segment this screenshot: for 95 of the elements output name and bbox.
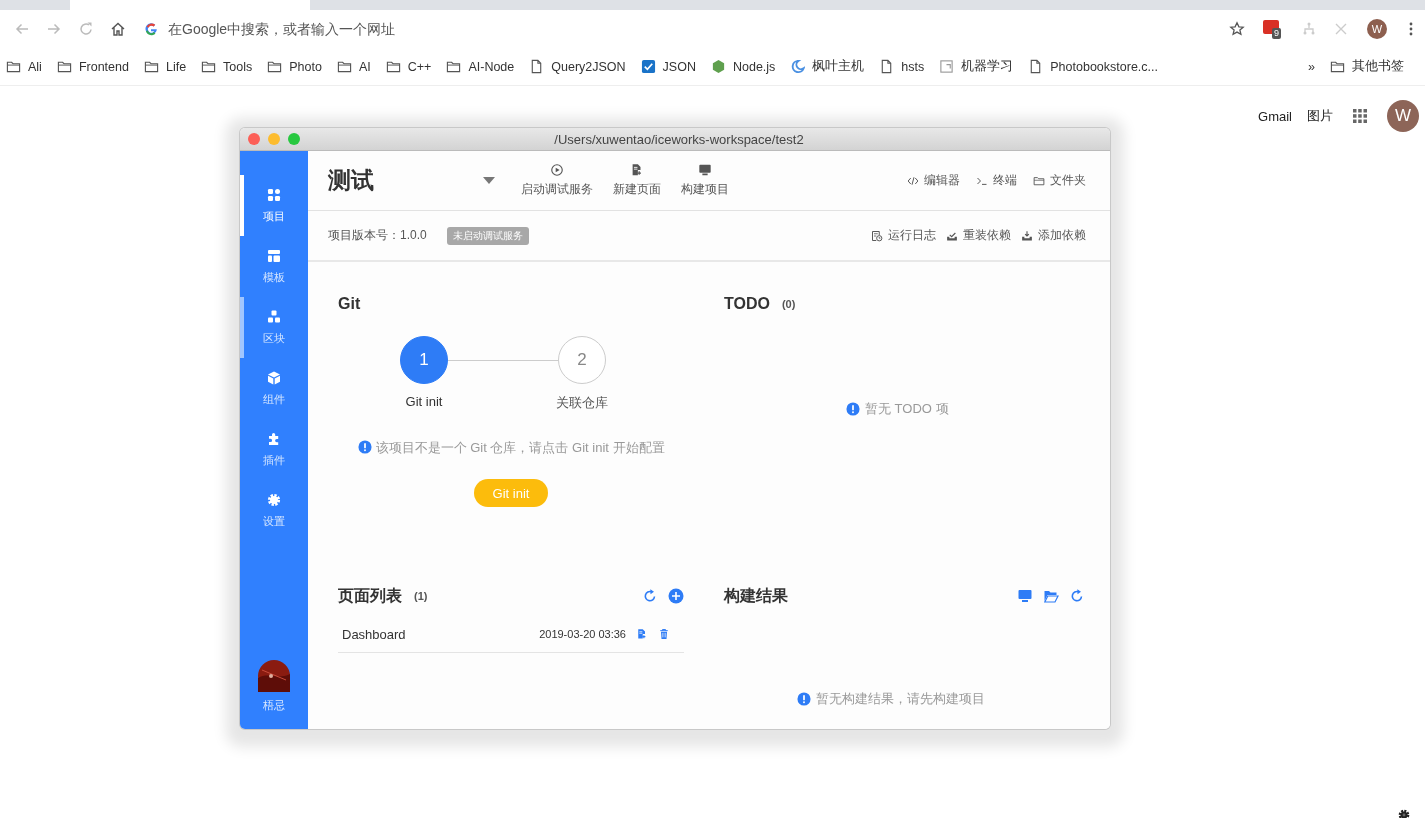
folder-icon xyxy=(6,59,21,74)
hexagon-icon xyxy=(710,59,726,74)
bookmark[interactable]: Photobookstore.c... xyxy=(1028,59,1158,74)
window-title: /Users/xuwentao/iceworks-workspace/test2 xyxy=(553,131,805,147)
folder-icon xyxy=(1330,59,1345,74)
bookmark[interactable]: Query2JSON xyxy=(529,59,626,74)
log-icon xyxy=(871,229,883,242)
download-icon xyxy=(1021,229,1033,242)
info-icon xyxy=(358,440,372,454)
folder-icon xyxy=(1033,174,1045,187)
close-button[interactable] xyxy=(248,133,260,145)
refresh-icon[interactable] xyxy=(642,588,658,604)
crescent-icon xyxy=(790,59,806,74)
tool-button[interactable]: 运行日志 xyxy=(871,227,936,244)
tool-button[interactable]: 添加依赖 xyxy=(1021,227,1086,244)
profile-avatar[interactable]: W xyxy=(1367,19,1387,39)
count-label: (0) xyxy=(781,298,796,310)
square-icon xyxy=(939,59,955,74)
tool-button[interactable]: 终端 xyxy=(976,172,1017,189)
count-label: (1) xyxy=(414,590,428,602)
bookmark[interactable]: 机器学习 xyxy=(939,58,1014,75)
more-bookmarks[interactable]: » xyxy=(1308,59,1315,74)
bookmark[interactable]: JSON xyxy=(640,59,696,74)
section-title: 构建结果 xyxy=(724,585,788,606)
step-label: 关联仓库 xyxy=(556,394,608,412)
cube-icon xyxy=(266,370,282,386)
document-plus-icon[interactable] xyxy=(636,628,648,640)
address-field[interactable]: 在Google中搜索，或者输入一个网址 xyxy=(166,20,1211,38)
bookmark[interactable]: Ali xyxy=(6,59,42,74)
star-icon[interactable] xyxy=(1229,21,1245,37)
info-icon xyxy=(797,692,811,706)
badge: 9 xyxy=(1272,28,1281,39)
tool-button[interactable]: 文件夹 xyxy=(1033,172,1086,189)
bookmark[interactable]: C++ xyxy=(385,59,432,74)
google-link[interactable]: Gmail xyxy=(1258,108,1292,124)
document-plus-icon xyxy=(630,163,644,177)
tool-button[interactable]: 编辑器 xyxy=(907,172,960,189)
info-icon xyxy=(846,402,860,416)
bookmark[interactable]: Photo xyxy=(267,59,322,74)
toolbar-button[interactable]: 新建页面 xyxy=(613,163,661,198)
apps-icon[interactable] xyxy=(1352,108,1368,124)
layout-icon xyxy=(266,248,282,264)
bookmark[interactable]: 枫叶主机 xyxy=(790,58,865,75)
account-avatar[interactable]: W xyxy=(1387,100,1419,132)
folder-icon xyxy=(143,59,159,74)
bookmark[interactable]: 其他书签 xyxy=(1330,58,1404,75)
folder-icon xyxy=(385,59,401,74)
toolbar-button[interactable]: 启动调试服务 xyxy=(521,163,593,198)
step-circle: 1 xyxy=(400,336,448,384)
monitor-icon[interactable] xyxy=(1017,588,1033,604)
user-avatar[interactable] xyxy=(258,660,290,692)
bookmark[interactable]: Node.js xyxy=(710,59,776,74)
folder-icon xyxy=(336,59,352,74)
page-name: Dashboard xyxy=(342,626,406,642)
bookmark[interactable]: Frontend xyxy=(56,59,129,74)
empty-message: 暂无构建结果，请先构建项目 xyxy=(816,690,985,708)
folder-icon[interactable] xyxy=(1043,588,1059,604)
checkbox-icon xyxy=(640,59,656,74)
section-title: Git xyxy=(338,295,361,313)
monitor-icon xyxy=(698,163,712,177)
status-badge: 未启动调试服务 xyxy=(446,226,529,245)
grid-icon xyxy=(266,187,282,203)
google-link[interactable]: 图片 xyxy=(1307,107,1333,125)
section-title: TODO xyxy=(724,295,770,313)
step-circle: 2 xyxy=(558,336,606,384)
bookmark[interactable]: Tools xyxy=(201,59,253,74)
empty-message: 暂无 TODO 项 xyxy=(865,400,949,418)
blocks-icon xyxy=(266,309,282,325)
tool-button[interactable]: 重装依赖 xyxy=(946,227,1011,244)
settings-icon xyxy=(266,492,282,508)
code-icon xyxy=(907,174,919,187)
page-date: 2019-03-20 03:36 xyxy=(539,628,626,640)
user-name: 梧忌 xyxy=(263,698,285,713)
bookmark[interactable]: AI-Node xyxy=(446,59,515,74)
project-title: 测试 xyxy=(328,166,375,195)
refresh-icon[interactable] xyxy=(1069,588,1085,604)
trash-icon[interactable] xyxy=(658,628,670,640)
folder-icon xyxy=(56,59,72,74)
toolbar-button[interactable]: 构建项目 xyxy=(681,163,729,198)
google-icon xyxy=(144,22,158,36)
folder-icon xyxy=(267,59,283,74)
bookmark[interactable]: hsts xyxy=(879,59,925,74)
caret-icon[interactable] xyxy=(483,176,495,185)
folder-icon xyxy=(446,59,462,74)
section-title: 页面列表 xyxy=(338,585,402,606)
version-label: 项目版本号：1.0.0 xyxy=(328,227,427,244)
bookmark[interactable]: AI xyxy=(336,59,371,74)
home-icon[interactable] xyxy=(110,21,126,37)
settings-icon[interactable] xyxy=(1397,808,1411,818)
add-icon[interactable] xyxy=(668,588,684,604)
sidebar-item[interactable]: 项目 xyxy=(240,175,308,236)
bookmark[interactable]: Life xyxy=(143,59,187,74)
folder-icon xyxy=(201,59,217,74)
play-icon xyxy=(550,163,564,177)
step-label: Git init xyxy=(405,394,443,409)
